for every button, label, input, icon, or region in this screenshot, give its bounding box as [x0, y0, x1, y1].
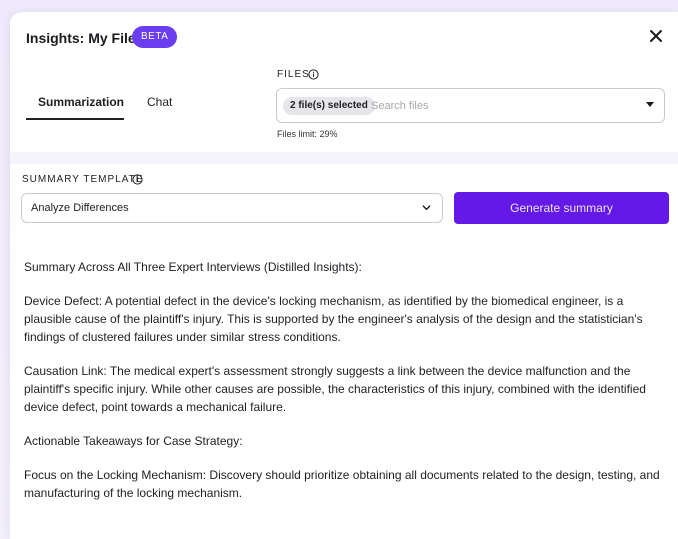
info-icon[interactable]: [308, 69, 319, 80]
close-icon[interactable]: [646, 26, 666, 46]
chevron-down-icon: [422, 205, 431, 211]
active-tab-indicator: [26, 118, 124, 120]
tab-summarization[interactable]: Summarization: [38, 95, 124, 109]
info-icon[interactable]: [132, 174, 143, 185]
summary-subheading: Actionable Takeaways for Case Strategy:: [24, 434, 243, 448]
summary-paragraph: Focus on the Locking Mechanism: Discover…: [24, 468, 660, 500]
search-files-input[interactable]: [369, 95, 623, 117]
tab-chat[interactable]: Chat: [147, 95, 172, 109]
generate-summary-button[interactable]: Generate summary: [454, 192, 669, 224]
selected-files-chip[interactable]: 2 file(s) selected: [283, 97, 375, 115]
panel-title: Insights: My Files: [26, 30, 144, 46]
summary-template-label: SUMMARY TEMPLATE: [22, 174, 144, 185]
template-selected-value: Analyze Differences: [31, 202, 129, 214]
summary-paragraph: Device Defect: A potential defect in the…: [24, 294, 643, 344]
summary-heading: Summary Across All Three Expert Intervie…: [24, 260, 362, 274]
summary-template-select[interactable]: Analyze Differences: [21, 193, 443, 223]
files-selector[interactable]: 2 file(s) selected: [276, 88, 665, 123]
beta-badge: BETA: [132, 26, 178, 48]
summary-text: Summary Across All Three Expert Intervie…: [24, 258, 664, 518]
summary-paragraph: Causation Link: The medical expert's ass…: [24, 364, 646, 414]
panel-header: Insights: My Files BETA: [10, 12, 678, 64]
files-label: FILES: [277, 69, 310, 80]
dropdown-caret-icon[interactable]: [646, 102, 654, 107]
section-divider: [10, 152, 678, 164]
files-limit-text: Files limit: 29%: [277, 129, 338, 139]
